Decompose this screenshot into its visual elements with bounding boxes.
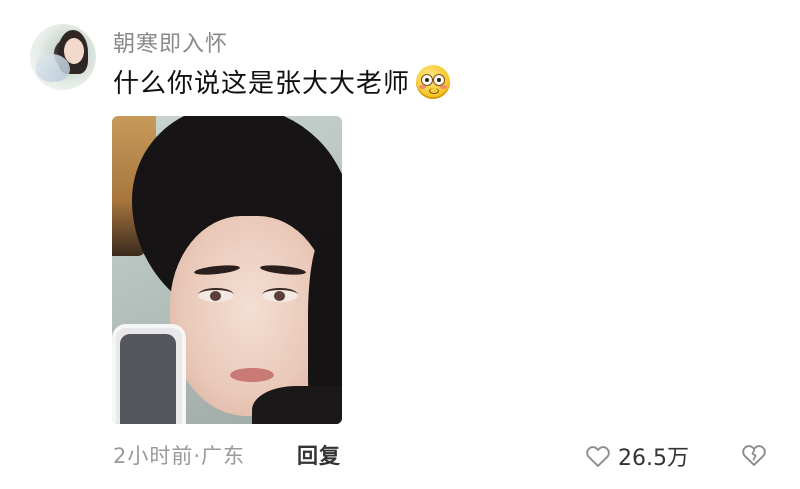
comment-text: 什么你说这是张大大老师: [113, 63, 451, 100]
dislike-button[interactable]: [740, 441, 768, 469]
smiling-face-emoji-icon: [416, 64, 451, 99]
comment-text-content: 什么你说这是张大大老师: [113, 69, 411, 99]
user-avatar[interactable]: [30, 24, 96, 90]
like-count: 26.5万: [618, 446, 689, 471]
heart-outline-icon: [586, 446, 610, 467]
username[interactable]: 朝寒即入怀: [113, 26, 228, 58]
comment-image[interactable]: [112, 116, 342, 424]
avatar-wing: [36, 54, 70, 82]
comment-time-location: 2小时前·广东: [113, 444, 246, 468]
broken-heart-icon: [742, 445, 766, 466]
reply-button[interactable]: 回复: [297, 440, 341, 470]
like-button[interactable]: 26.5万: [584, 440, 689, 472]
comment-card: 朝寒即入怀 什么你说这是张大大老师 2小时前·广东 回复 26.5万: [0, 0, 800, 489]
